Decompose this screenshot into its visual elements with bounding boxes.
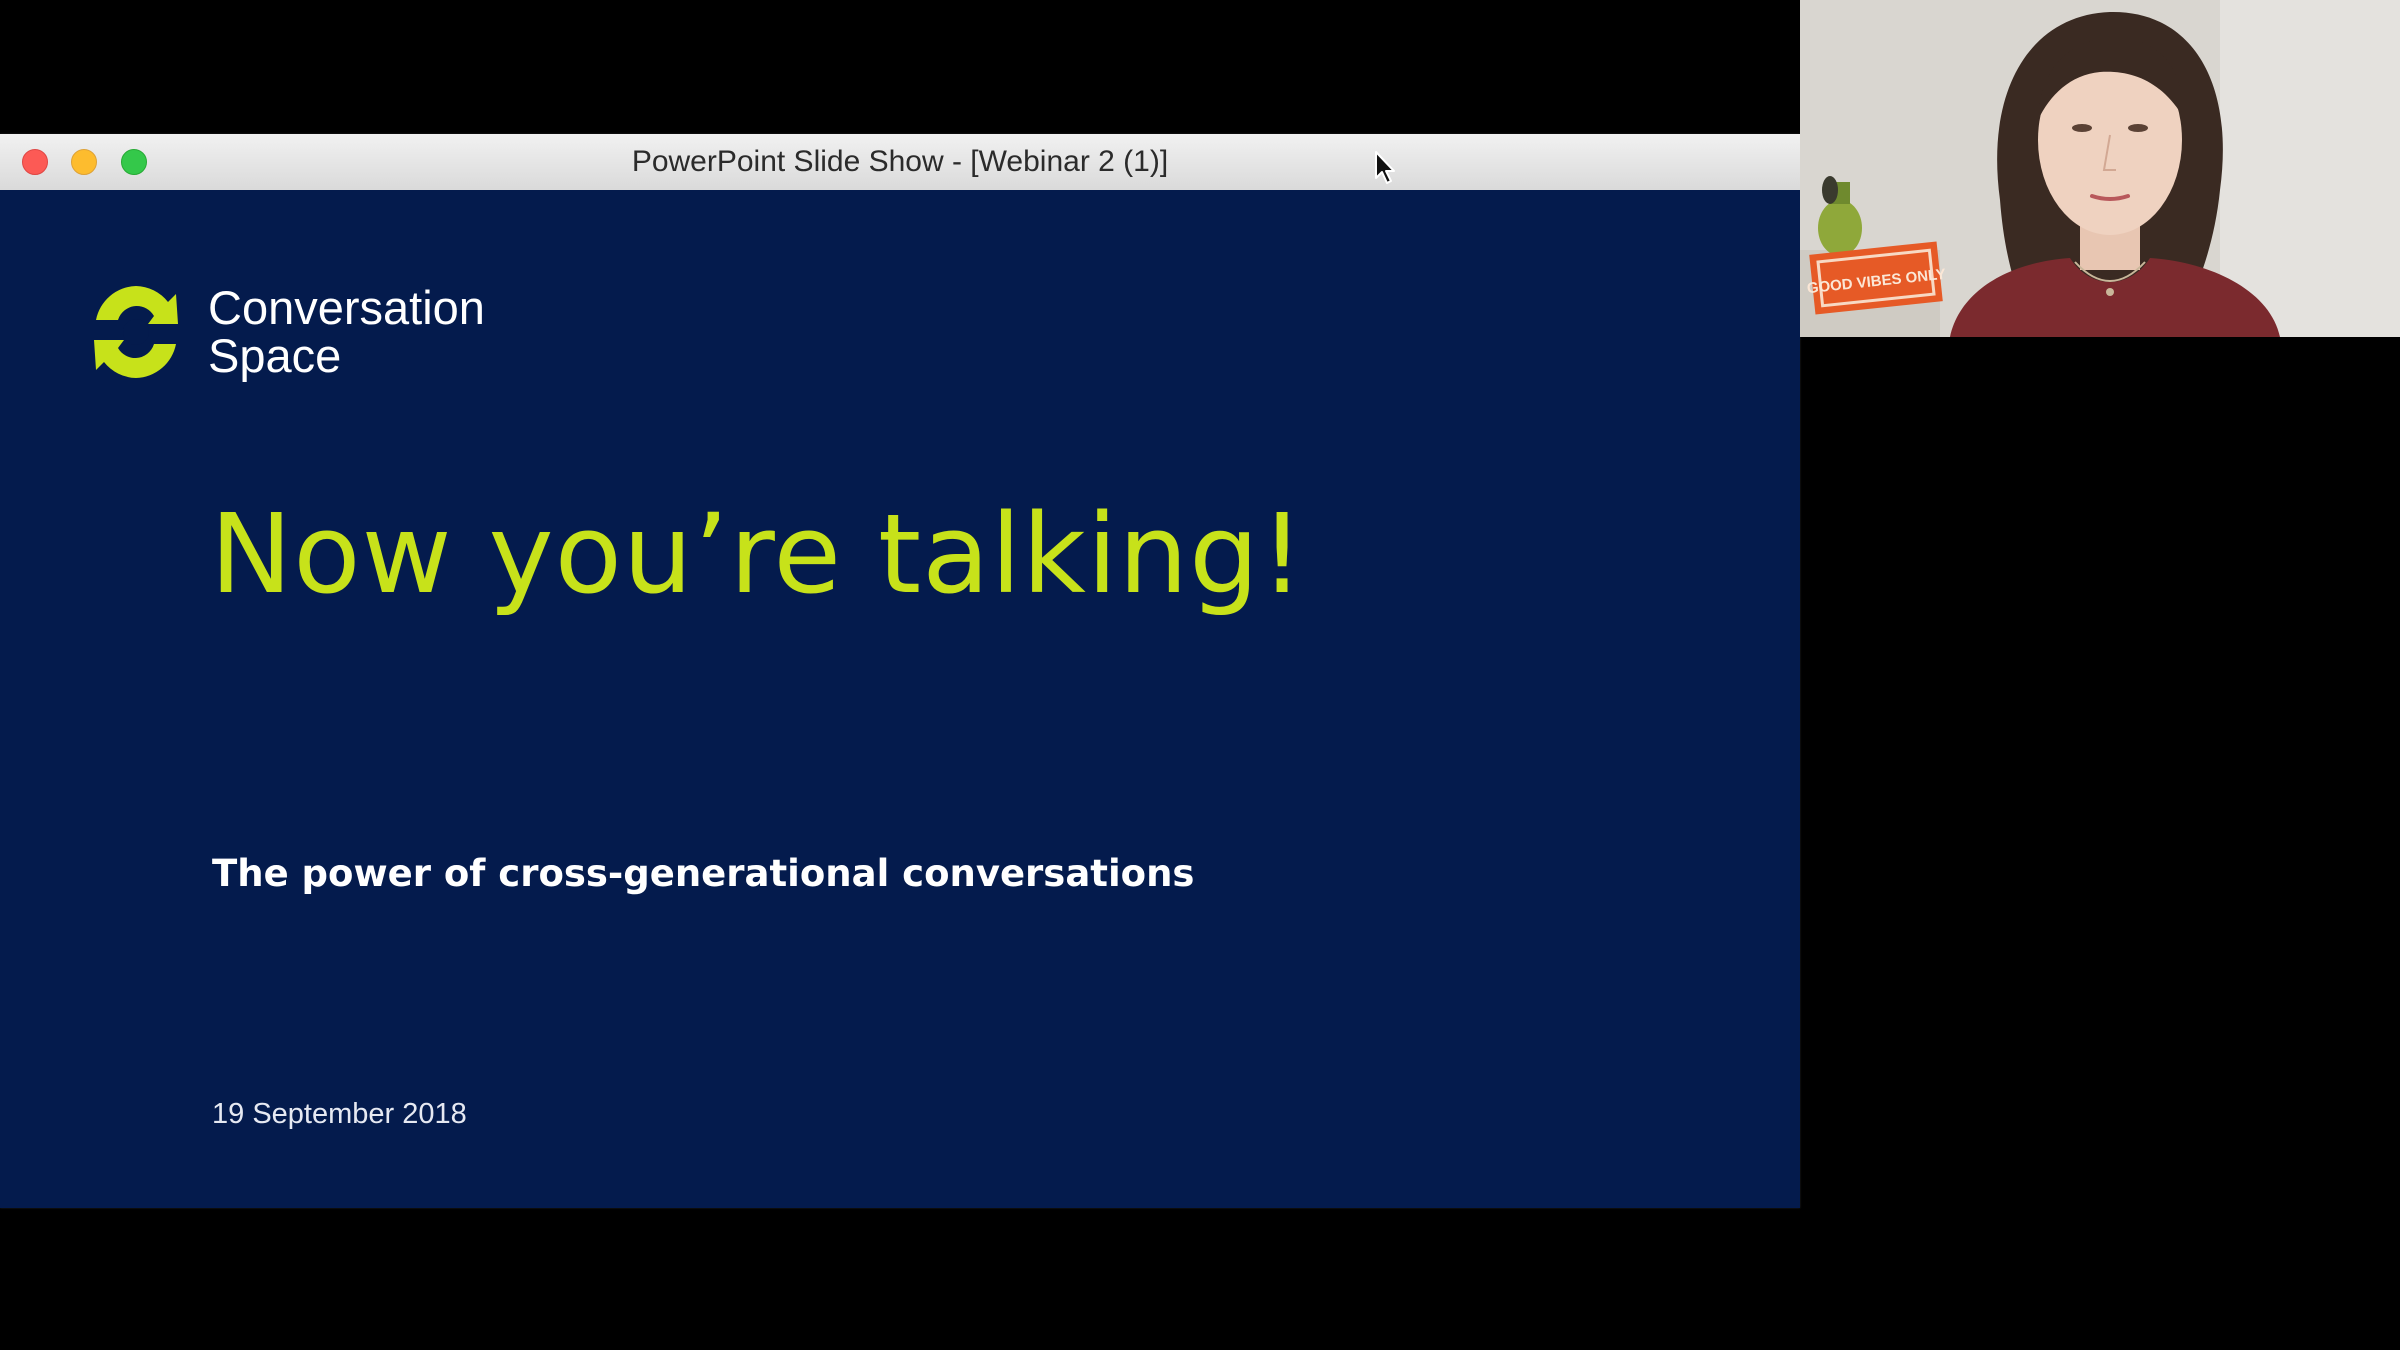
window-titlebar[interactable]: PowerPoint Slide Show - [Webinar 2 (1)]: [0, 134, 1800, 191]
conversation-space-logo-icon: [94, 286, 178, 378]
powerpoint-slideshow-window: PowerPoint Slide Show - [Webinar 2 (1)] …: [0, 134, 1800, 1208]
screen: PowerPoint Slide Show - [Webinar 2 (1)] …: [0, 0, 2400, 1350]
brand-name: Conversation Space: [208, 284, 485, 380]
mouse-pointer-icon: [1375, 151, 1395, 184]
slide-date: 19 September 2018: [212, 1098, 467, 1130]
webcam-feed: GOOD VIBES ONLY: [1800, 0, 2400, 337]
brand-name-line1: Conversation: [208, 281, 485, 334]
presenter-video-image: GOOD VIBES ONLY: [1800, 0, 2400, 337]
brand-lockup: Conversation Space: [88, 280, 485, 384]
slide-subtitle: The power of cross-generational conversa…: [212, 852, 1195, 895]
brand-name-line2: Space: [208, 329, 342, 382]
slide-title: Now you’re talking!: [210, 490, 1306, 618]
slide[interactable]: Conversation Space Now you’re talking! T…: [0, 190, 1800, 1208]
window-title: PowerPoint Slide Show - [Webinar 2 (1)]: [631, 145, 1169, 178]
